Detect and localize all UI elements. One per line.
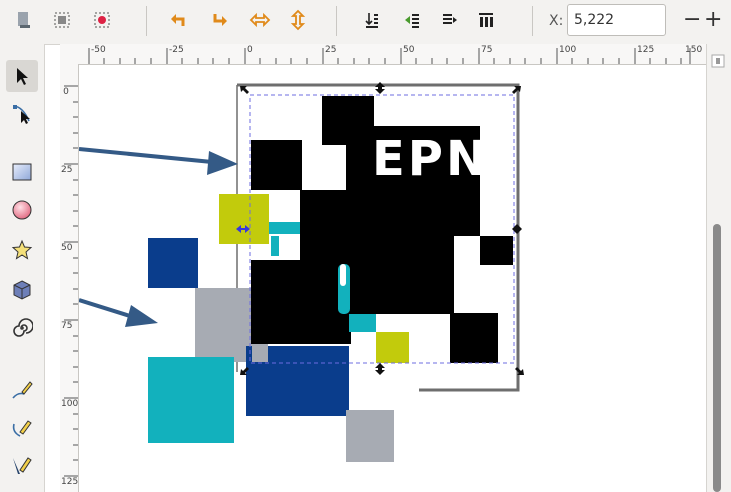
ellipse-tool-icon[interactable] (6, 194, 38, 226)
deselect-icon[interactable] (88, 6, 116, 34)
increment-button[interactable]: + (704, 6, 722, 34)
ruler-label: 125 (61, 477, 79, 487)
ruler-label: 25 (61, 165, 73, 175)
decrement-button[interactable]: − (683, 6, 701, 34)
select-in-all-layers-icon[interactable] (48, 6, 76, 34)
vertical-ruler[interactable]: 0 25 50 75 100 125 (60, 64, 79, 492)
teal-tile (148, 357, 234, 443)
raise-to-top-icon[interactable] (358, 6, 386, 34)
ruler-label: 100 (61, 399, 79, 409)
ruler-label: -50 (91, 45, 106, 55)
select-all-icon[interactable] (10, 6, 38, 34)
vertical-scrollbar[interactable] (706, 44, 731, 492)
annotation-arrow (79, 147, 238, 175)
ruler-label: 0 (63, 87, 69, 97)
star-tool-icon[interactable] (6, 234, 38, 266)
rotate-ccw-icon[interactable] (164, 6, 192, 34)
lower-icon[interactable] (436, 6, 464, 34)
ruler-label: 0 (247, 45, 253, 55)
ruler-label: 125 (637, 45, 655, 55)
drawing-canvas[interactable]: EPN (79, 65, 706, 492)
ruler-label: 75 (481, 45, 493, 55)
horizontal-ruler[interactable]: -50 -25 0 25 50 75 100 125 150 (60, 44, 706, 65)
x-coordinate-input[interactable]: 5,222 (567, 4, 666, 36)
scroll-up-icon[interactable] (711, 54, 725, 68)
separator (336, 6, 337, 36)
ruler-label: 100 (559, 45, 577, 55)
ruler-label: 50 (403, 45, 415, 55)
ruler-label: 150 (685, 45, 703, 55)
node-tool-icon[interactable] (6, 98, 38, 130)
x-coordinate-label: X: (549, 13, 564, 29)
annotation-arrow (79, 298, 158, 327)
calligraphy-tool-icon[interactable] (6, 450, 38, 482)
lime-tile (219, 194, 269, 244)
ruler-label: 50 (61, 243, 73, 253)
ruler-label: -25 (169, 45, 184, 55)
epn-logo-text: EPN (372, 131, 490, 187)
separator (532, 6, 533, 36)
3d-box-tool-icon[interactable] (6, 274, 38, 306)
gray-tile (346, 410, 394, 462)
flip-horizontal-icon[interactable] (246, 6, 274, 34)
top-toolbar: X: 5,222 − + (0, 0, 731, 45)
flip-vertical-icon[interactable] (284, 6, 312, 34)
gray-tile (195, 288, 253, 362)
lime-tile (376, 332, 409, 363)
pen-tool-icon[interactable] (6, 412, 38, 444)
scrollbar-thumb[interactable] (713, 224, 721, 492)
toolbox (0, 44, 45, 492)
pencil-tool-icon[interactable] (6, 374, 38, 406)
rectangle-tool-icon[interactable] (6, 156, 38, 188)
ruler-label: 75 (61, 321, 73, 331)
raise-icon[interactable] (398, 6, 426, 34)
navy-tile (148, 238, 198, 288)
selector-tool-icon[interactable] (6, 60, 38, 92)
rotate-cw-icon[interactable] (206, 6, 234, 34)
spiral-tool-icon[interactable] (6, 312, 38, 344)
lower-to-bottom-icon[interactable] (472, 6, 500, 34)
separator (146, 6, 147, 36)
ruler-label: 25 (325, 45, 337, 55)
